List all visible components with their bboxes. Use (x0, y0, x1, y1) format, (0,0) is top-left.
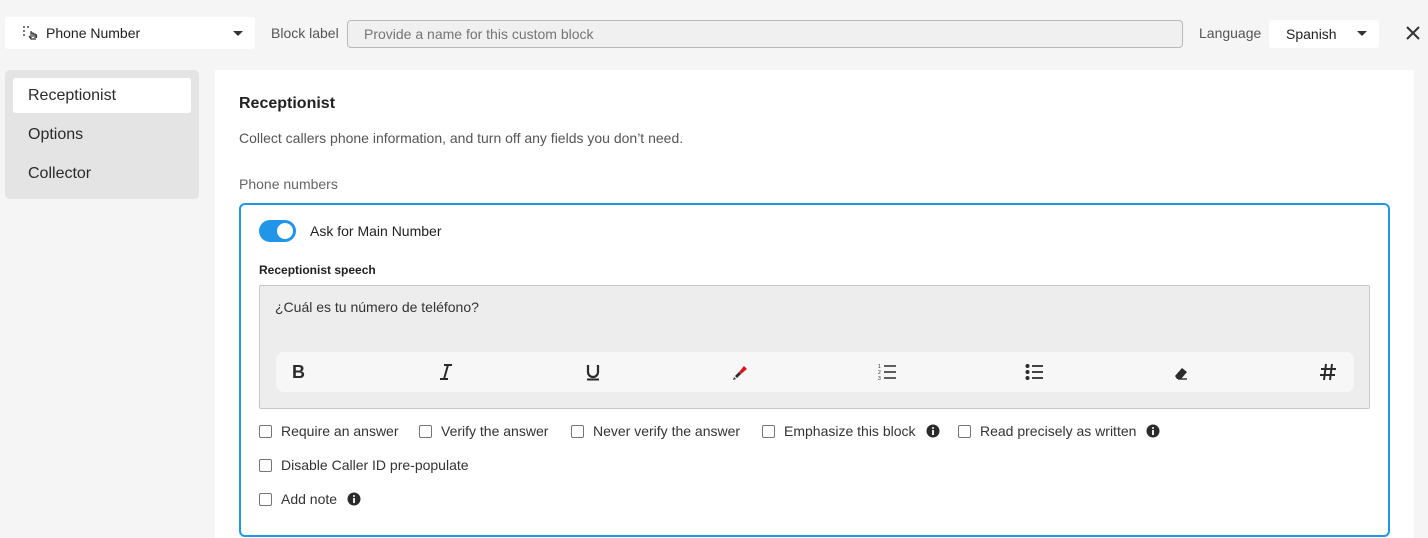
require-answer-checkbox[interactable]: Require an answer (259, 423, 399, 439)
verify-answer-checkbox[interactable]: Verify the answer (419, 423, 548, 439)
checkbox-label: Never verify the answer (593, 423, 741, 439)
checkbox-box[interactable] (259, 424, 272, 438)
add-note-checkbox[interactable]: Add note (259, 491, 361, 507)
sidebar-item-receptionist[interactable]: Receptionist (13, 78, 191, 113)
checkbox-label: Read precisely as written (980, 423, 1137, 439)
checkbox-label: Emphasize this block (784, 423, 916, 439)
italic-icon[interactable] (436, 362, 456, 382)
info-icon[interactable] (347, 492, 361, 506)
editor-toolbar: B 123 (276, 352, 1354, 392)
svg-text:3: 3 (878, 376, 881, 381)
read-precisely-checkbox[interactable]: Read precisely as written (958, 423, 1160, 439)
underline-icon[interactable] (583, 362, 603, 382)
page-description: Collect callers phone information, and t… (239, 130, 684, 146)
main-number-card: Ask for Main Number Receptionist speech … (239, 203, 1390, 537)
language-select[interactable]: Spanish (1269, 20, 1379, 48)
main-panel: Receptionist Collect callers phone infor… (215, 70, 1414, 538)
ask-main-number-toggle[interactable] (259, 220, 296, 242)
chevron-down-icon (233, 31, 243, 36)
sidebar-item-options[interactable]: Options (13, 117, 191, 152)
block-label-input[interactable] (347, 20, 1183, 48)
pointer-hand-icon (21, 24, 39, 42)
close-icon[interactable] (1404, 24, 1422, 42)
chevron-down-icon (1357, 31, 1367, 36)
info-icon[interactable] (926, 424, 940, 438)
emphasize-block-checkbox[interactable]: Emphasize this block (762, 423, 940, 439)
speech-text[interactable]: ¿Cuál es tu número de teléfono? (275, 299, 479, 315)
checkbox-box[interactable] (259, 492, 272, 506)
never-verify-checkbox[interactable]: Never verify the answer (571, 423, 740, 439)
sidebar-item-label: Collector (28, 164, 92, 182)
highlight-icon[interactable] (730, 362, 750, 382)
bold-icon[interactable]: B (289, 362, 309, 382)
hash-icon[interactable] (1318, 362, 1338, 382)
language-caption: Language (1199, 25, 1262, 41)
sidebar-item-label: Receptionist (28, 86, 117, 104)
block-type-select[interactable]: Phone Number (5, 17, 255, 49)
toggle-label: Ask for Main Number (310, 223, 442, 239)
bulleted-list-icon[interactable] (1024, 362, 1044, 382)
page-title: Receptionist (239, 95, 336, 112)
sidebar-item-collector[interactable]: Collector (13, 156, 191, 191)
svg-text:B: B (292, 363, 305, 381)
info-icon[interactable] (1146, 424, 1160, 438)
checkbox-label: Disable Caller ID pre-populate (281, 457, 469, 473)
block-label-caption: Block label (271, 25, 339, 41)
numbered-list-icon[interactable]: 123 (877, 362, 897, 382)
language-value: Spanish (1286, 26, 1337, 42)
speech-editor[interactable]: ¿Cuál es tu número de teléfono? B 123 (259, 285, 1370, 409)
checkbox-box[interactable] (958, 424, 971, 438)
checkbox-box[interactable] (259, 458, 272, 472)
speech-label: Receptionist speech (259, 263, 376, 277)
checkbox-box[interactable] (762, 424, 775, 438)
sidebar-item-label: Options (28, 125, 84, 143)
checkbox-box[interactable] (419, 424, 432, 438)
checkbox-label: Verify the answer (441, 423, 549, 439)
checkbox-box[interactable] (571, 424, 584, 438)
disable-caller-id-checkbox[interactable]: Disable Caller ID pre-populate (259, 457, 469, 473)
checkbox-label: Add note (281, 491, 338, 507)
checkbox-label: Require an answer (281, 423, 399, 439)
sidebar: Receptionist Options Collector (5, 70, 199, 199)
toggle-knob (277, 223, 293, 239)
eraser-icon[interactable] (1171, 362, 1191, 382)
block-type-label: Phone Number (46, 25, 141, 41)
phone-numbers-label: Phone numbers (239, 176, 338, 192)
